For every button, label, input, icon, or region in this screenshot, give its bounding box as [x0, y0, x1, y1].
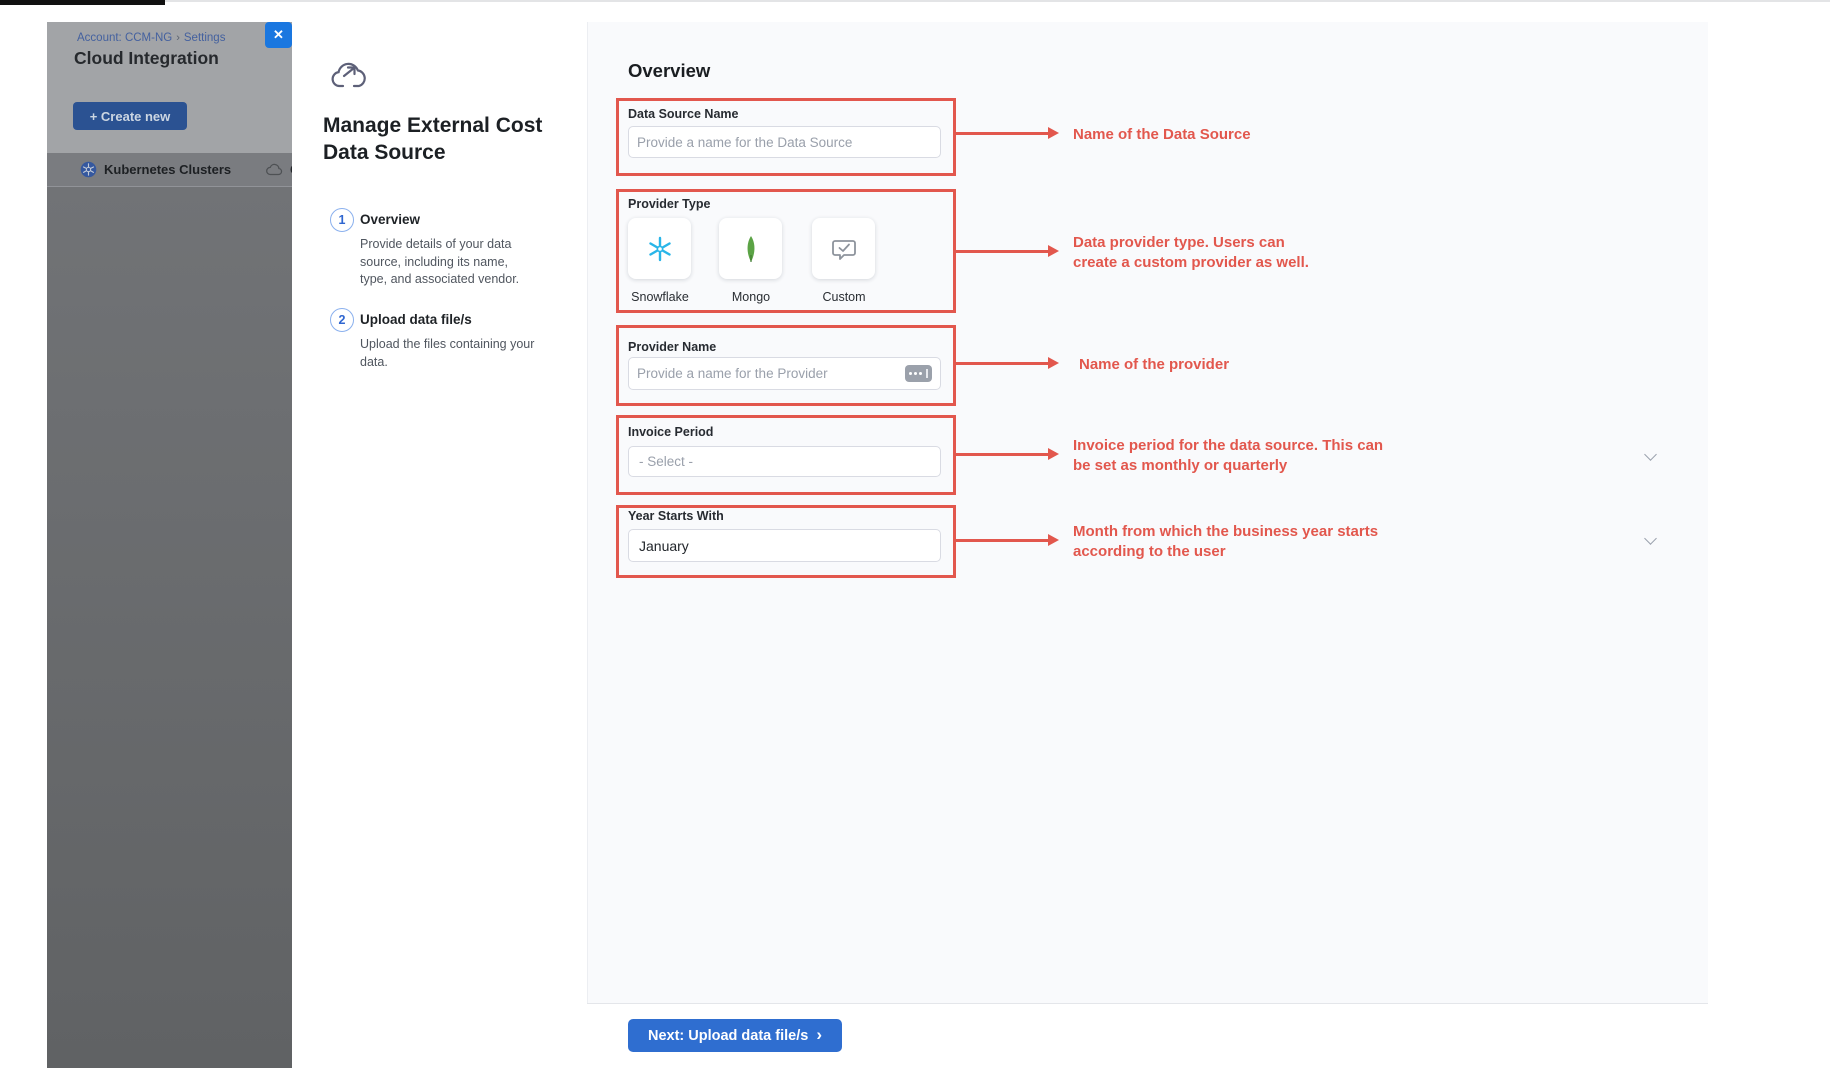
- overview-form: Overview Data Source Name Provider Type: [587, 22, 1708, 1003]
- annotation-text: Month from which the business year start…: [1073, 522, 1453, 561]
- next-button-label: Next: Upload data file/s: [648, 1028, 808, 1044]
- provider-card-custom[interactable]: [812, 218, 875, 279]
- annotation-arrow-icon: [956, 132, 1048, 135]
- data-source-name-input[interactable]: [637, 135, 932, 150]
- drawer-left-panel: Manage External Cost Data Source 1 Overv…: [292, 22, 587, 1068]
- provider-name-input[interactable]: [637, 366, 905, 381]
- data-source-name-field: [628, 126, 941, 158]
- chevron-down-icon[interactable]: [1644, 532, 1657, 545]
- year-starts-with-label: Year Starts With: [628, 509, 724, 523]
- chevron-down-icon[interactable]: [1644, 448, 1657, 461]
- step-1-label[interactable]: Overview: [360, 212, 420, 227]
- top-divider: [165, 0, 1830, 2]
- provider-type-label: Provider Type: [628, 197, 710, 211]
- provider-option-label: Mongo: [732, 290, 770, 304]
- page-tab-bar: Kubernetes Clusters C: [47, 153, 292, 187]
- annotation-text: Data provider type. Users can create a c…: [1073, 233, 1453, 272]
- screenshot-canvas: Account: CCM-NG › Settings Cloud Integrati…: [0, 0, 1830, 1082]
- dimmed-background-page: Account: CCM-NG › Settings Cloud Integrati…: [47, 22, 292, 1068]
- page-body-dimmed: [47, 187, 292, 1068]
- mongo-leaf-icon: [743, 235, 759, 263]
- year-starts-with-select[interactable]: January: [628, 529, 941, 562]
- runtime-input-ellipsis-icon[interactable]: [905, 365, 932, 382]
- invoice-period-value: - Select -: [639, 454, 693, 469]
- chevron-right-icon: ›: [816, 1026, 822, 1043]
- provider-card-snowflake[interactable]: [628, 218, 691, 279]
- annotation-text: Invoice period for the data source. This…: [1073, 436, 1453, 475]
- cloud-upload-icon: [330, 60, 366, 92]
- drawer-title: Manage External Cost Data Source: [323, 112, 568, 166]
- annotation-arrow-icon: [956, 250, 1048, 253]
- breadcrumb[interactable]: Account: CCM-NG › Settings: [77, 32, 225, 44]
- drawer-footer: Next: Upload data file/s ›: [587, 1003, 1708, 1068]
- data-source-name-label: Data Source Name: [628, 107, 738, 121]
- window-chrome-bar: [0, 0, 165, 5]
- create-new-button[interactable]: + Create new: [73, 102, 187, 130]
- annotation-arrow-icon: [956, 453, 1048, 456]
- manage-data-source-drawer: Manage External Cost Data Source 1 Overv…: [292, 22, 1708, 1068]
- step-1-description: Provide details of your data source, inc…: [360, 236, 538, 289]
- year-starts-with-value: January: [639, 538, 689, 554]
- provider-card-mongo[interactable]: [719, 218, 782, 279]
- breadcrumb-settings[interactable]: Settings: [184, 32, 226, 44]
- invoice-period-label: Invoice Period: [628, 425, 713, 439]
- step-2-label[interactable]: Upload data file/s: [360, 312, 472, 327]
- annotation-arrow-icon: [956, 362, 1048, 365]
- tab-cloud-partial[interactable]: C: [265, 153, 292, 186]
- form-heading: Overview: [628, 60, 710, 82]
- breadcrumb-account[interactable]: Account: CCM-NG: [77, 32, 172, 44]
- provider-option-label: Snowflake: [631, 290, 689, 304]
- breadcrumb-separator-icon: ›: [176, 32, 180, 44]
- step-2-description: Upload the files containing your data.: [360, 336, 538, 371]
- provider-name-label: Provider Name: [628, 340, 716, 354]
- close-icon[interactable]: ✕: [265, 22, 292, 48]
- tab-label: Kubernetes Clusters: [104, 162, 231, 177]
- page-title: Cloud Integration: [74, 48, 219, 69]
- annotation-text: Name of the provider: [1079, 355, 1459, 375]
- step-2-indicator: 2: [330, 308, 354, 332]
- cloud-icon: [265, 163, 283, 177]
- page-header: Account: CCM-NG › Settings Cloud Integrati…: [47, 22, 292, 153]
- provider-option-label: Custom: [822, 290, 865, 304]
- annotation-arrow-icon: [956, 539, 1048, 542]
- kubernetes-icon: [80, 161, 97, 178]
- next-upload-data-files-button[interactable]: Next: Upload data file/s ›: [628, 1019, 842, 1052]
- snowflake-icon: [646, 235, 674, 263]
- annotation-text: Name of the Data Source: [1073, 125, 1453, 145]
- provider-name-field: [628, 357, 941, 390]
- step-1-indicator: 1: [330, 208, 354, 232]
- tab-kubernetes-clusters[interactable]: Kubernetes Clusters: [80, 153, 231, 186]
- custom-provider-icon: [831, 237, 857, 261]
- invoice-period-select[interactable]: - Select -: [628, 446, 941, 477]
